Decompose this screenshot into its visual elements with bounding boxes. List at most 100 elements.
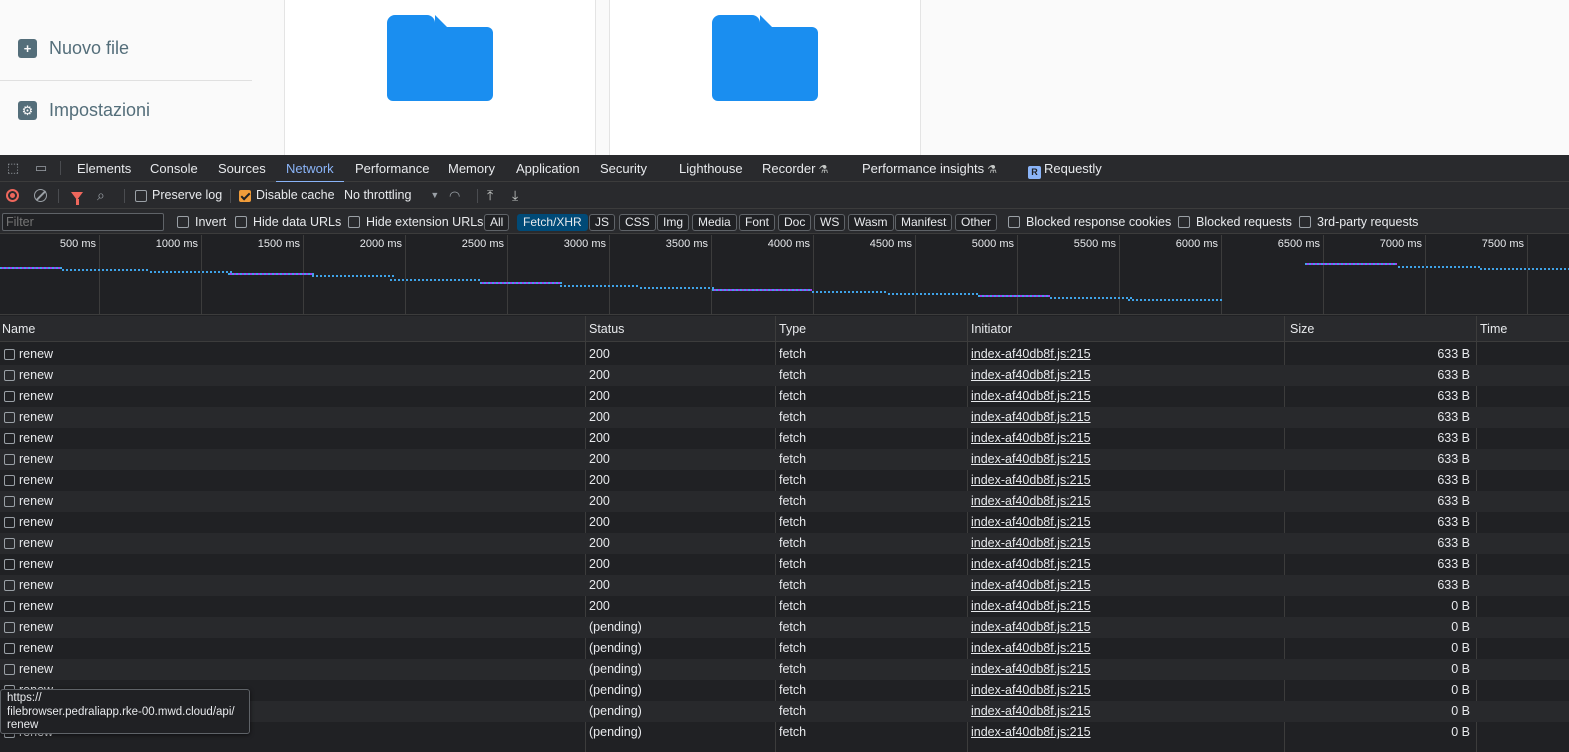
table-row[interactable]: renew (pending) fetch index-af40db8f.js:215… bbox=[0, 638, 1569, 659]
table-row[interactable]: renew 200 fetch index-af40db8f.js:215 633 B bbox=[0, 407, 1569, 428]
request-name[interactable]: renew bbox=[19, 533, 53, 554]
table-row[interactable]: renew 200 fetch index-af40db8f.js:215 633 B bbox=[0, 554, 1569, 575]
export-har-button[interactable]: ⤓ bbox=[512, 182, 518, 209]
tab-performance-insights[interactable]: Performance insights ⚗ bbox=[862, 155, 997, 182]
table-row[interactable]: renew 200 fetch index-af40db8f.js:215 633 B bbox=[0, 428, 1569, 449]
request-name[interactable]: renew bbox=[19, 638, 53, 659]
type-filter-font[interactable]: Font bbox=[739, 214, 776, 231]
tab-sources[interactable]: Sources bbox=[218, 155, 266, 182]
column-header-type[interactable]: Type bbox=[777, 316, 806, 342]
disable-cache-checkbox[interactable]: Disable cache bbox=[239, 182, 335, 209]
throttling-select[interactable]: No throttling ▼ bbox=[344, 182, 439, 209]
request-initiator-link[interactable]: index-af40db8f.js:215 bbox=[971, 428, 1091, 449]
column-header-initiator[interactable]: Initiator bbox=[969, 316, 1012, 342]
checkbox[interactable] bbox=[1008, 215, 1020, 228]
request-initiator-link[interactable]: index-af40db8f.js:215 bbox=[971, 344, 1091, 365]
tab-security[interactable]: Security bbox=[600, 155, 647, 182]
blocked-requests-checkbox[interactable]: Blocked requests bbox=[1178, 209, 1292, 234]
tab-console[interactable]: Console bbox=[150, 155, 198, 182]
type-filter-manifest[interactable]: Manifest bbox=[895, 214, 953, 231]
sidebar-item-new-file[interactable]: + Nuovo file bbox=[18, 38, 129, 59]
column-header-status[interactable]: Status bbox=[587, 316, 624, 342]
type-filter-media[interactable]: Media bbox=[692, 214, 737, 231]
request-name[interactable]: renew bbox=[19, 659, 53, 680]
table-row[interactable]: renew (pending) fetch index-af40db8f.js:215… bbox=[0, 659, 1569, 680]
type-filter-other[interactable]: Other bbox=[955, 214, 998, 231]
search-button[interactable]: ⌕ bbox=[97, 182, 105, 209]
table-row[interactable]: renew 200 fetch index-af40db8f.js:215 633 B bbox=[0, 575, 1569, 596]
request-initiator-link[interactable]: index-af40db8f.js:215 bbox=[971, 386, 1091, 407]
request-name[interactable]: renew bbox=[19, 596, 53, 617]
request-initiator-link[interactable]: index-af40db8f.js:215 bbox=[971, 365, 1091, 386]
folder-card[interactable] bbox=[284, 0, 596, 155]
network-conditions-button[interactable]: ◠ bbox=[449, 182, 460, 209]
request-name[interactable]: renew bbox=[19, 407, 53, 428]
type-filter-all[interactable]: All bbox=[484, 214, 510, 231]
third-party-requests-checkbox[interactable]: 3rd-party requests bbox=[1299, 209, 1418, 234]
checkbox[interactable] bbox=[239, 189, 251, 202]
type-filter-js[interactable]: JS bbox=[589, 214, 616, 231]
tab-recorder[interactable]: Recorder ⚗ bbox=[762, 155, 828, 182]
network-overview-timeline[interactable]: 500 ms 1000 ms 1500 ms 2000 ms 2500 ms 3000 m… bbox=[0, 235, 1569, 315]
table-row[interactable]: renew 200 fetch index-af40db8f.js:215 633 B bbox=[0, 386, 1569, 407]
hide-data-urls-checkbox[interactable]: Hide data URLs bbox=[235, 209, 341, 234]
request-name[interactable]: renew bbox=[19, 365, 53, 386]
checkbox[interactable] bbox=[1299, 215, 1311, 228]
type-filter-img[interactable]: Img bbox=[657, 214, 690, 231]
blocked-response-cookies-checkbox[interactable]: Blocked response cookies bbox=[1008, 209, 1171, 234]
request-initiator-link[interactable]: index-af40db8f.js:215 bbox=[971, 512, 1091, 533]
request-name[interactable]: renew bbox=[19, 428, 53, 449]
type-filter-doc[interactable]: Doc bbox=[778, 214, 812, 231]
column-header-time[interactable]: Time bbox=[1478, 316, 1507, 342]
type-filter-ws[interactable]: WS bbox=[814, 214, 846, 231]
request-initiator-link[interactable]: index-af40db8f.js:215 bbox=[971, 659, 1091, 680]
tab-performance[interactable]: Performance bbox=[355, 155, 429, 182]
request-initiator-link[interactable]: index-af40db8f.js:215 bbox=[971, 449, 1091, 470]
request-initiator-link[interactable]: index-af40db8f.js:215 bbox=[971, 638, 1091, 659]
request-initiator-link[interactable]: index-af40db8f.js:215 bbox=[971, 554, 1091, 575]
column-header-name[interactable]: Name bbox=[0, 316, 35, 342]
tab-network[interactable]: Network bbox=[276, 155, 344, 183]
checkbox[interactable] bbox=[348, 215, 360, 228]
hide-extension-urls-checkbox[interactable]: Hide extension URLs bbox=[348, 209, 483, 234]
type-filter-css[interactable]: CSS bbox=[619, 214, 656, 231]
tab-lighthouse[interactable]: Lighthouse bbox=[679, 155, 743, 182]
checkbox[interactable] bbox=[135, 189, 147, 202]
filter-input[interactable] bbox=[2, 213, 164, 231]
type-filter-fetch-xhr[interactable]: Fetch/XHR bbox=[517, 214, 588, 231]
table-row[interactable]: renew 200 fetch index-af40db8f.js:215 633 B bbox=[0, 512, 1569, 533]
checkbox[interactable] bbox=[177, 215, 189, 228]
preserve-log-checkbox[interactable]: Preserve log bbox=[135, 182, 222, 209]
tab-memory[interactable]: Memory bbox=[448, 155, 495, 182]
request-name[interactable]: renew bbox=[19, 344, 53, 365]
invert-checkbox[interactable]: Invert bbox=[177, 209, 226, 234]
table-row[interactable]: renew 200 fetch index-af40db8f.js:215 633 B bbox=[0, 365, 1569, 386]
table-row[interactable]: renew (pending) fetch index-af40db8f.js:215… bbox=[0, 617, 1569, 638]
request-name[interactable]: renew bbox=[19, 491, 53, 512]
request-initiator-link[interactable]: index-af40db8f.js:215 bbox=[971, 596, 1091, 617]
tab-elements[interactable]: Elements bbox=[77, 155, 131, 182]
inspect-element-icon[interactable]: ⬚ bbox=[5, 161, 21, 175]
request-name[interactable]: renew bbox=[19, 386, 53, 407]
request-initiator-link[interactable]: index-af40db8f.js:215 bbox=[971, 680, 1091, 701]
checkbox[interactable] bbox=[1178, 215, 1190, 228]
tab-application[interactable]: Application bbox=[516, 155, 580, 182]
request-initiator-link[interactable]: index-af40db8f.js:215 bbox=[971, 617, 1091, 638]
table-row[interactable]: renew 200 fetch index-af40db8f.js:215 633 B bbox=[0, 470, 1569, 491]
folder-card[interactable] bbox=[609, 0, 921, 155]
table-row[interactable]: renew 200 fetch index-af40db8f.js:215 633 B bbox=[0, 533, 1569, 554]
request-name[interactable]: renew bbox=[19, 575, 53, 596]
request-name[interactable]: renew bbox=[19, 617, 53, 638]
request-initiator-link[interactable]: index-af40db8f.js:215 bbox=[971, 491, 1091, 512]
request-initiator-link[interactable]: index-af40db8f.js:215 bbox=[971, 575, 1091, 596]
request-initiator-link[interactable]: index-af40db8f.js:215 bbox=[971, 701, 1091, 722]
clear-button[interactable] bbox=[34, 182, 47, 209]
table-row[interactable]: renew 200 fetch index-af40db8f.js:215 633 B bbox=[0, 344, 1569, 365]
type-filter-wasm[interactable]: Wasm bbox=[848, 214, 894, 231]
request-initiator-link[interactable]: index-af40db8f.js:215 bbox=[971, 470, 1091, 491]
request-name[interactable]: renew bbox=[19, 512, 53, 533]
import-har-button[interactable]: ⤒ bbox=[487, 182, 493, 209]
checkbox[interactable] bbox=[235, 215, 247, 228]
request-name[interactable]: renew bbox=[19, 449, 53, 470]
request-name[interactable]: renew bbox=[19, 554, 53, 575]
